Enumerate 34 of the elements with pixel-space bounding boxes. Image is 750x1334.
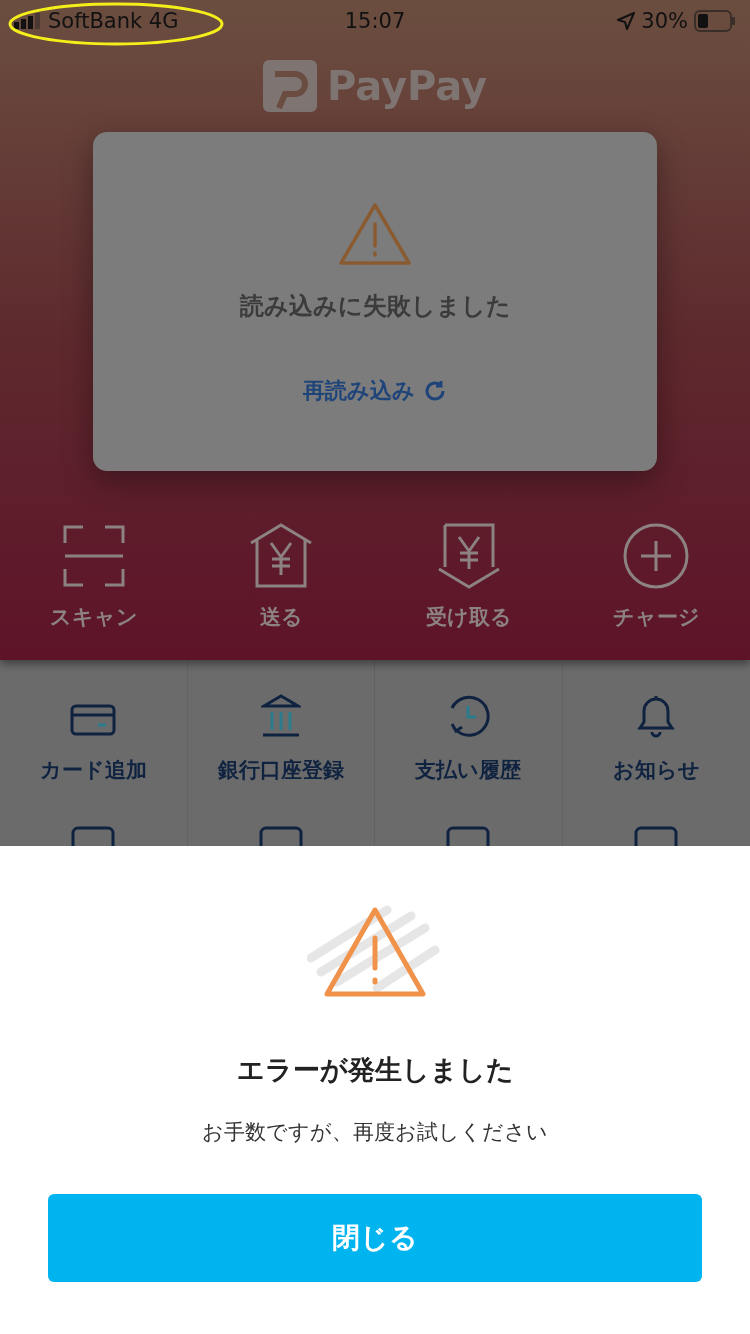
- location-arrow-icon: [617, 12, 636, 30]
- close-button[interactable]: 閉じる: [48, 1194, 702, 1282]
- status-time: 15:07: [344, 9, 406, 33]
- battery-icon: [694, 10, 736, 32]
- action-label[interactable]: チャージ: [612, 603, 700, 631]
- yen-tag-icon: [436, 523, 501, 589]
- carrier-label: SoftBank 4G: [48, 9, 179, 33]
- signal-icon: [14, 13, 40, 29]
- menu-label[interactable]: 支払い履歴: [415, 756, 522, 784]
- menu-label[interactable]: 銀行口座登録: [217, 756, 344, 784]
- yen-house-icon: [249, 523, 314, 589]
- menu-label[interactable]: カード追加: [39, 756, 147, 784]
- menu-icon: [258, 826, 303, 846]
- action-label[interactable]: 受け取る: [425, 603, 512, 631]
- logo-icon: [262, 60, 317, 112]
- bell-icon: [636, 694, 677, 738]
- load-error-message: 読み込みに失敗しました: [239, 291, 511, 322]
- error-title: エラーが発生しました: [236, 1053, 514, 1087]
- menu-icon: [446, 826, 491, 846]
- menu-icon: [71, 826, 116, 846]
- scan-icon: [62, 523, 125, 589]
- battery-percent: 30%: [641, 9, 688, 33]
- menu-icon: [634, 826, 679, 846]
- bank-icon: [260, 694, 301, 738]
- logo-text: PayPay: [326, 63, 488, 109]
- card-icon: [70, 704, 117, 738]
- action-label[interactable]: スキャン: [49, 603, 138, 631]
- menu-label[interactable]: お知らせ: [612, 756, 700, 784]
- plus-circle-icon: [623, 523, 690, 589]
- reload-icon: [423, 379, 447, 403]
- warning-icon: [338, 202, 412, 266]
- action-label[interactable]: 送る: [259, 603, 303, 631]
- error-message: お手数ですが、再度お試しください: [202, 1119, 548, 1146]
- reload-button[interactable]: 再読み込み: [303, 376, 447, 406]
